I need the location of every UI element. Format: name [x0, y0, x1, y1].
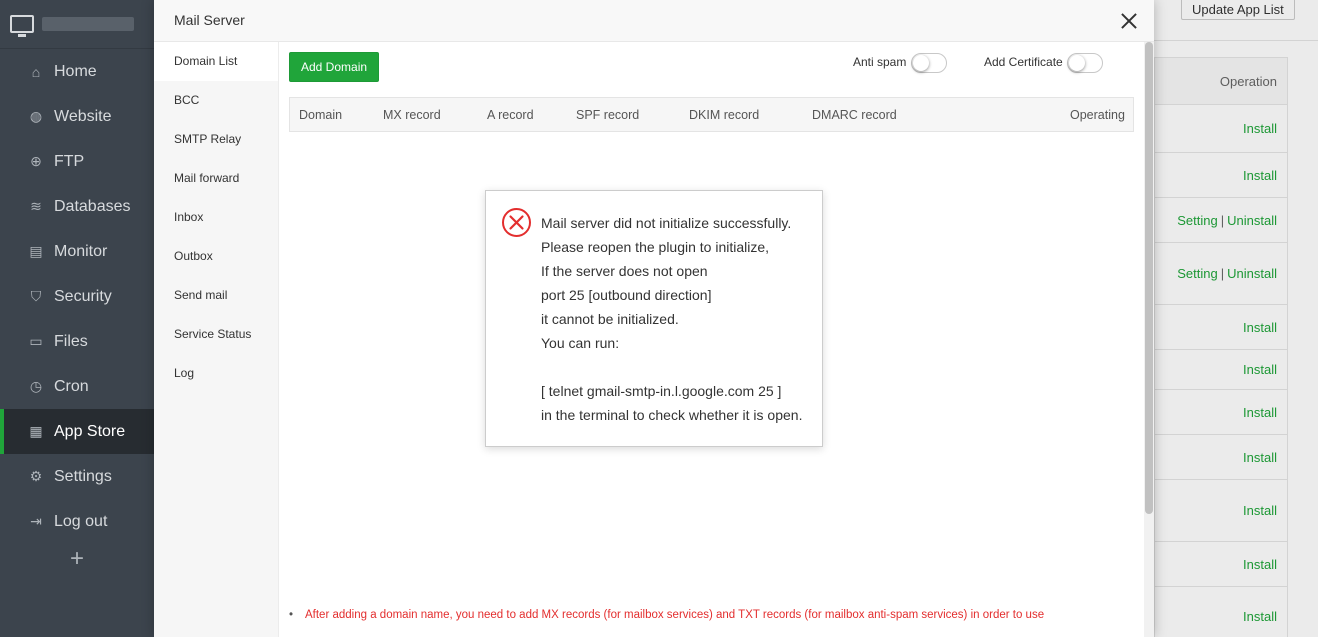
alert-line: port 25 [outbound direction] [541, 287, 712, 303]
sidebar-item-security[interactable]: ⛉ Security [0, 274, 154, 319]
dialog-title-bar: Mail Server [154, 0, 1154, 42]
sidebar-item-logout[interactable]: ⇥ Log out [0, 499, 154, 544]
menu-item-mail-forward[interactable]: Mail forward [154, 159, 278, 198]
add-certificate-label: Add Certificate [984, 55, 1063, 69]
sidebar-item-cron[interactable]: ◷ Cron [0, 364, 154, 409]
init-error-alert: Mail server did not initialize successfu… [485, 190, 823, 447]
alert-line: You can run: [541, 335, 620, 351]
alert-line: If the server does not open [541, 263, 708, 279]
sidebar-item-label: Website [54, 107, 112, 125]
server-ip-masked [42, 17, 134, 31]
alert-line[interactable]: [ telnet gmail-smtp-in.l.google.com 25 ] [541, 379, 802, 403]
folder-icon: ▭ [29, 333, 43, 349]
sidebar: ⌂ Home ◍ Website ⊕ FTP ≋ Databases ▤ Monitor … [0, 0, 154, 637]
menu-item-service-status[interactable]: Service Status [154, 315, 278, 354]
dialog-scrollbar[interactable] [1144, 42, 1154, 637]
alert-line: Please reopen the plugin to initialize, [541, 239, 770, 255]
grid-icon: ▦ [29, 423, 43, 439]
column-header-a-record[interactable]: A record [487, 108, 534, 122]
sidebar-item-label: Settings [54, 467, 112, 485]
sidebar-item-label: FTP [54, 152, 85, 170]
sidebar-item-label: Databases [54, 197, 131, 215]
add-domain-button[interactable]: Add Domain [289, 52, 380, 82]
cron-icon: ◷ [29, 378, 43, 394]
sidebar-item-label: Log out [54, 512, 108, 530]
anti-spam-toggle[interactable] [911, 53, 947, 73]
alert-line: it cannot be initialized. [541, 311, 679, 327]
server-brand [0, 0, 154, 49]
ftp-icon: ⊕ [30, 153, 42, 169]
database-icon: ≋ [30, 198, 42, 214]
menu-item-inbox[interactable]: Inbox [154, 198, 278, 237]
column-header-dmarc-record[interactable]: DMARC record [812, 108, 897, 122]
sidebar-item-label: Home [54, 62, 97, 80]
menu-item-smtp-relay[interactable]: SMTP Relay [154, 120, 278, 159]
column-header-mx-record[interactable]: MX record [383, 108, 441, 122]
sidebar-item-label: Monitor [54, 242, 108, 260]
sidebar-item-label: App Store [54, 422, 126, 440]
alert-line [541, 355, 802, 379]
sidebar-item-label: Cron [54, 377, 89, 395]
sidebar-item-files[interactable]: ▭ Files [0, 319, 154, 364]
sidebar-item-ftp[interactable]: ⊕ FTP [0, 139, 154, 184]
domain-tip-text: After adding a domain name, you need to … [289, 609, 1044, 621]
domain-table-header: Domain MX record A record SPF record DKI… [289, 97, 1134, 132]
menu-item-bcc[interactable]: BCC [154, 81, 278, 120]
column-header-spf-record[interactable]: SPF record [576, 108, 639, 122]
toggle-knob [1069, 55, 1085, 71]
column-header-dkim-record[interactable]: DKIM record [689, 108, 759, 122]
sidebar-item-databases[interactable]: ≋ Databases [0, 184, 154, 229]
sidebar-item-settings[interactable]: ⚙ Settings [0, 454, 154, 499]
sidebar-item-monitor[interactable]: ▤ Monitor [0, 229, 154, 274]
monitor-icon: ▤ [29, 243, 43, 259]
shield-icon: ⛉ [30, 288, 42, 304]
alert-line: Mail server did not initialize successfu… [541, 215, 792, 231]
sidebar-item-website[interactable]: ◍ Website [0, 94, 154, 139]
column-header-domain[interactable]: Domain [299, 108, 342, 122]
sidebar-item-label: Security [54, 287, 112, 305]
alert-line: in the terminal to check whether it is o… [541, 407, 803, 423]
menu-item-send-mail[interactable]: Send mail [154, 276, 278, 315]
dialog-title: Mail Server [174, 12, 245, 28]
sidebar-nav: ⌂ Home ◍ Website ⊕ FTP ≋ Databases ▤ Monitor … [0, 49, 154, 544]
home-icon: ⌂ [31, 63, 41, 80]
alert-message: Mail server did not initialize successfu… [541, 211, 802, 427]
anti-spam-label: Anti spam [853, 55, 907, 69]
server-icon [10, 15, 34, 37]
add-shortcut-button[interactable]: + [0, 545, 154, 573]
menu-item-log[interactable]: Log [154, 354, 278, 393]
add-certificate-toggle[interactable] [1067, 53, 1103, 73]
sidebar-item-app-store[interactable]: ▦ App Store [0, 409, 154, 454]
menu-item-outbox[interactable]: Outbox [154, 237, 278, 276]
globe-icon: ◍ [29, 108, 43, 124]
sidebar-item-label: Files [54, 332, 88, 350]
toggle-knob [913, 55, 929, 71]
scrollbar-thumb[interactable] [1145, 42, 1153, 514]
column-header-operating: Operating [1070, 108, 1125, 122]
sidebar-item-home[interactable]: ⌂ Home [0, 49, 154, 94]
logout-icon: ⇥ [30, 513, 42, 529]
close-icon[interactable] [1120, 12, 1138, 30]
mail-server-menu: Domain List BCC SMTP Relay Mail forward … [154, 42, 279, 637]
gear-icon: ⚙ [29, 468, 43, 484]
error-circle-icon [502, 208, 531, 237]
menu-item-domain-list[interactable]: Domain List [154, 42, 278, 81]
